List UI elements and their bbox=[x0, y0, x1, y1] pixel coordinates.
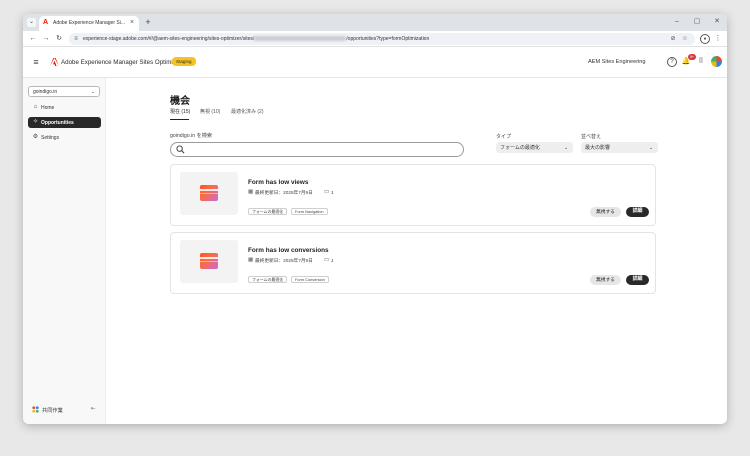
opportunity-card[interactable]: Form has low conversions ▦ 最終更新日：2025年7月… bbox=[170, 232, 656, 294]
gear-icon: ⚙ bbox=[32, 134, 39, 140]
sidebar-item-settings[interactable]: ⚙ Settings bbox=[28, 132, 101, 143]
chevron-down-icon: ⌄ bbox=[90, 89, 96, 95]
form-icon bbox=[200, 253, 218, 269]
collapse-sidebar-icon[interactable]: ⇤ bbox=[89, 405, 97, 413]
chevron-down-icon: ⌄ bbox=[648, 144, 654, 151]
tab-search-icon[interactable]: ⌄ bbox=[27, 18, 36, 27]
adobe-favicon-icon: A bbox=[43, 19, 49, 26]
new-tab-icon[interactable]: + bbox=[143, 17, 153, 27]
tab-current[interactable]: 現在 (15) bbox=[170, 109, 190, 115]
ignore-button[interactable]: 無視する bbox=[590, 275, 621, 285]
profile-icon[interactable]: ● bbox=[700, 34, 710, 44]
site-selector-value: goindigo.in bbox=[33, 89, 58, 95]
search-icon bbox=[176, 145, 185, 154]
tag: Form Navigation bbox=[291, 208, 328, 215]
maximize-icon[interactable]: ▢ bbox=[693, 17, 701, 27]
last-updated: 最終更新日：2025年7月9日 bbox=[255, 257, 313, 263]
browser-tab[interactable]: A Adobe Experience Manager Si... × bbox=[39, 16, 139, 31]
card-title: Form has low views bbox=[248, 179, 309, 186]
collaboration-link[interactable]: 共同作業 bbox=[42, 407, 63, 414]
chevron-down-icon: ⌄ bbox=[563, 144, 569, 151]
hamburger-menu-icon[interactable]: ≡ bbox=[31, 57, 41, 67]
collaboration-icon bbox=[32, 406, 39, 413]
ignore-button[interactable]: 無視する bbox=[590, 207, 621, 217]
back-icon[interactable]: ← bbox=[28, 34, 38, 44]
tag: フォームの最適化 bbox=[248, 276, 288, 283]
tab-close-icon[interactable]: × bbox=[128, 19, 136, 27]
details-button[interactable]: 詳細 bbox=[626, 275, 649, 285]
type-filter-value: フォームの最適化 bbox=[500, 144, 540, 151]
avatar[interactable] bbox=[711, 56, 722, 67]
sort-filter-label: 並べ替え bbox=[581, 134, 602, 140]
app-header: ≡ Adobe Experience Manager Sites Optimiz… bbox=[23, 47, 727, 78]
opportunities-icon: ✧ bbox=[32, 119, 39, 125]
org-switcher[interactable]: AEM Sites Engineering bbox=[588, 59, 646, 65]
sidebar-item-label: Settings bbox=[41, 134, 60, 141]
comment-icon: ▭ bbox=[324, 189, 330, 195]
sort-filter-select[interactable]: 最大の影響 ⌄ bbox=[581, 142, 658, 153]
tab-title: Adobe Experience Manager Si... bbox=[53, 20, 125, 26]
browser-toolbar: ← → ↻ ≡ experience-stage.adobe.com/#/@ae… bbox=[23, 31, 727, 47]
product-name: Adobe Experience Manager Sites Optimizer bbox=[61, 59, 182, 66]
adobe-logo-icon bbox=[50, 57, 59, 67]
sidebar-item-home[interactable]: ⌂ Home bbox=[28, 102, 101, 113]
tab-bar: ⌄ A Adobe Experience Manager Si... × + –… bbox=[23, 14, 727, 31]
details-button[interactable]: 詳細 bbox=[626, 207, 649, 217]
notification-count-badge: 9+ bbox=[688, 54, 696, 60]
page-title: 機会 bbox=[170, 96, 190, 107]
address-bar[interactable]: ≡ experience-stage.adobe.com/#/@aem-site… bbox=[69, 33, 695, 45]
calendar-icon: ▦ bbox=[248, 257, 254, 263]
staging-badge: Staging bbox=[172, 57, 196, 66]
window-controls: – ▢ ✕ bbox=[673, 17, 721, 27]
reload-icon[interactable]: ↻ bbox=[54, 34, 64, 44]
search-field[interactable] bbox=[170, 142, 464, 157]
home-icon: ⌂ bbox=[33, 104, 38, 110]
comment-icon: ▭ bbox=[324, 257, 330, 263]
sidebar-item-opportunities[interactable]: ✧ Opportunities bbox=[28, 117, 101, 128]
tag: Form Conversion bbox=[291, 276, 329, 283]
minimize-icon[interactable]: – bbox=[673, 17, 681, 27]
url-text: experience-stage.adobe.com/#/@aem-sites-… bbox=[83, 36, 430, 42]
sort-filter-value: 最大の影響 bbox=[585, 144, 611, 151]
tab-optimized[interactable]: 最適化済み (2) bbox=[231, 109, 264, 115]
comment-count: 1 bbox=[331, 257, 334, 263]
site-selector[interactable]: goindigo.in ⌄ bbox=[28, 86, 100, 97]
eye-off-icon[interactable]: ⊘ bbox=[669, 35, 677, 43]
star-icon[interactable]: ☆ bbox=[681, 35, 689, 43]
tab-ignored[interactable]: 無視 (10) bbox=[200, 109, 220, 115]
type-filter-label: タイプ bbox=[496, 134, 512, 140]
sidebar: goindigo.in ⌄ ⌂ Home ✧ Opportunities ⚙ S… bbox=[23, 78, 106, 424]
sidebar-item-label: Opportunities bbox=[41, 119, 74, 126]
site-info-icon[interactable]: ≡ bbox=[72, 35, 80, 43]
opportunity-card[interactable]: Form has low views ▦ 最終更新日：2025年7月9日 ▭ 1… bbox=[170, 164, 656, 226]
calendar-icon: ▦ bbox=[248, 189, 254, 195]
last-updated: 最終更新日：2025年7月9日 bbox=[255, 189, 313, 195]
close-window-icon[interactable]: ✕ bbox=[713, 17, 721, 27]
url-redacted bbox=[254, 36, 347, 42]
apps-grid-icon[interactable]: ⠿ bbox=[696, 57, 706, 67]
search-label: goindigo.in を検索 bbox=[170, 133, 213, 139]
sidebar-item-label: Home bbox=[41, 104, 55, 111]
tag: フォームの最適化 bbox=[248, 208, 288, 215]
more-menu-icon[interactable]: ⋮ bbox=[714, 34, 722, 44]
card-thumbnail bbox=[180, 172, 238, 215]
help-icon[interactable]: ? bbox=[667, 57, 677, 67]
forward-icon[interactable]: → bbox=[41, 34, 51, 44]
type-filter-select[interactable]: フォームの最適化 ⌄ bbox=[496, 142, 573, 153]
search-input[interactable] bbox=[187, 145, 457, 154]
comment-count: 1 bbox=[331, 189, 334, 195]
card-thumbnail bbox=[180, 240, 238, 283]
form-icon bbox=[200, 185, 218, 201]
card-title: Form has low conversions bbox=[248, 247, 329, 254]
browser-window: ⌄ A Adobe Experience Manager Si... × + –… bbox=[23, 14, 727, 424]
active-tab-indicator bbox=[170, 119, 189, 121]
